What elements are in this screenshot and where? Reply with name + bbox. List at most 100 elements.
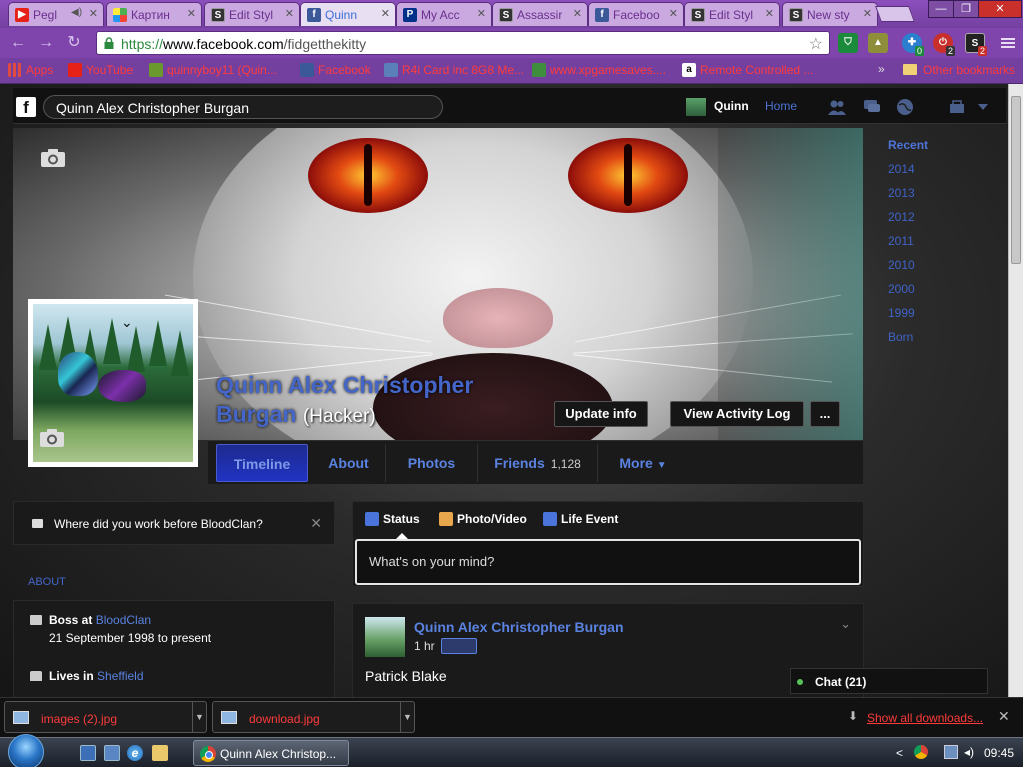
shield-extension-icon[interactable]: ⛉	[838, 33, 858, 53]
bookmark-r4i[interactable]: R4i Card inc 8G8 Me...	[384, 63, 524, 79]
post-author-avatar[interactable]	[365, 617, 405, 657]
bookmark-xpgamesaves[interactable]: www.xpgamesaves....	[532, 63, 666, 79]
close-tab-icon[interactable]: ✕	[89, 7, 98, 20]
page-scrollbar[interactable]	[1008, 84, 1023, 697]
change-cover-camera-icon[interactable]	[40, 148, 66, 168]
post-author-link[interactable]: Quinn Alex Christopher Burgan	[414, 619, 624, 635]
privacy-shortcuts-icon[interactable]	[948, 98, 966, 116]
post-timestamp[interactable]: 1 hr	[414, 639, 435, 653]
reload-icon[interactable]: ↻	[66, 35, 82, 51]
bookmarks-overflow-chevron[interactable]: »	[878, 62, 885, 76]
browser-tab[interactable]: Картин ✕	[106, 2, 202, 26]
close-tab-icon[interactable]: ✕	[765, 7, 774, 20]
show-desktop-icon[interactable]	[80, 745, 96, 761]
scrollbar-thumb[interactable]	[1011, 96, 1021, 264]
close-tab-icon[interactable]: ✕	[477, 7, 486, 20]
lives-place-link[interactable]: Sheffield	[97, 669, 143, 683]
browser-tab[interactable]: S New sty ✕	[782, 2, 878, 26]
bookmark-facebook[interactable]: Facebook	[300, 63, 371, 79]
close-tab-icon[interactable]: ✕	[187, 7, 196, 20]
bookmark-quinnyboy[interactable]: quinnyboy11 (Quin...	[149, 63, 277, 79]
tab-photos[interactable]: Photos	[386, 444, 478, 482]
close-tab-icon[interactable]: ✕	[863, 7, 872, 20]
status-input[interactable]: What's on your mind?	[355, 539, 861, 585]
maximize-icon[interactable]: ❐	[953, 0, 979, 18]
facebook-logo-icon[interactable]: f	[16, 97, 36, 117]
forward-arrow-icon[interactable]: →	[38, 35, 54, 51]
user-name-link[interactable]: Quinn	[714, 99, 749, 113]
tab-more[interactable]: More ▼	[598, 444, 688, 482]
browser-tab[interactable]: f Faceboo ✕	[588, 2, 684, 26]
browser-tab[interactable]: S Edit Styl ✕	[204, 2, 300, 26]
change-profile-picture-camera-icon[interactable]	[39, 428, 65, 448]
browser-tab[interactable]: S Edit Styl ✕	[684, 2, 780, 26]
chat-sidebar-button[interactable]: Chat (21)	[790, 668, 988, 694]
clock[interactable]: 09:45	[984, 746, 1014, 760]
hat-extension-icon[interactable]: ▲	[868, 33, 888, 53]
profile-picture[interactable]: ⌄	[28, 299, 198, 467]
download-item[interactable]: download.jpg ▼	[212, 701, 415, 733]
close-window-icon[interactable]: ✕	[978, 0, 1022, 18]
bookmark-youtube[interactable]: YouTube	[68, 63, 133, 79]
chrome-tray-icon[interactable]	[914, 745, 928, 759]
internet-explorer-icon[interactable]: e	[127, 745, 143, 761]
dismiss-icon[interactable]: ✕	[310, 515, 322, 532]
year-link[interactable]: Born	[888, 329, 948, 353]
work-prompt-card[interactable]: Where did you work before BloodClan? ✕	[13, 501, 335, 545]
year-link[interactable]: 2012	[888, 209, 948, 233]
bookmark-apps[interactable]: Apps	[8, 63, 53, 79]
account-settings-chevron-icon[interactable]	[978, 104, 988, 110]
bookmark-star-icon[interactable]: ☆	[809, 34, 823, 54]
about-section-heading[interactable]: ABOUT	[28, 576, 66, 588]
audience-selector-icon[interactable]	[441, 638, 477, 654]
download-menu-chevron-icon[interactable]: ▼	[400, 702, 414, 732]
tab-timeline[interactable]: Timeline	[216, 444, 308, 482]
browser-tab-active[interactable]: f Quinn ✕	[300, 2, 396, 26]
show-all-downloads-link[interactable]: Show all downloads...	[867, 711, 983, 725]
chrome-menu-icon[interactable]	[1001, 36, 1015, 50]
network-icon[interactable]	[944, 745, 958, 759]
explorer-folder-icon[interactable]	[152, 745, 168, 761]
notifications-globe-icon[interactable]	[896, 98, 914, 116]
tray-expand-icon[interactable]: <	[896, 746, 903, 760]
browser-tab[interactable]: P My Acc ✕	[396, 2, 492, 26]
work-place-link[interactable]: BloodClan	[96, 613, 151, 627]
update-info-button[interactable]: Update info	[554, 401, 648, 427]
year-link[interactable]: 2011	[888, 233, 948, 257]
browser-tab[interactable]: S Assassir ✕	[492, 2, 588, 26]
year-link[interactable]: 1999	[888, 305, 948, 329]
composer-tab-life-event[interactable]: Life Event	[543, 512, 618, 526]
view-activity-log-button[interactable]: View Activity Log	[670, 401, 804, 427]
volume-icon[interactable]: ◂)	[964, 745, 978, 759]
switch-windows-icon[interactable]	[104, 745, 120, 761]
user-avatar[interactable]	[686, 98, 706, 116]
more-options-button[interactable]: ...	[810, 401, 840, 427]
browser-tab[interactable]: ▶ Pegl ◀) ✕	[8, 2, 104, 26]
speaker-icon[interactable]: ◀)	[71, 7, 82, 18]
facebook-search-input[interactable]: Quinn Alex Christopher Burgan	[43, 95, 443, 119]
address-bar[interactable]: https://www.facebook.com/fidgetthekitty …	[96, 31, 830, 55]
new-tab-button[interactable]	[875, 6, 915, 22]
messages-icon[interactable]	[863, 98, 881, 116]
close-tab-icon[interactable]: ✕	[381, 7, 390, 20]
friend-requests-icon[interactable]	[828, 98, 846, 116]
back-arrow-icon[interactable]: ←	[10, 35, 26, 51]
home-link[interactable]: Home	[765, 99, 797, 113]
minimize-icon[interactable]: —	[928, 0, 954, 18]
close-tab-icon[interactable]: ✕	[669, 7, 678, 20]
post-options-chevron-icon[interactable]: ⌄	[840, 616, 851, 632]
taskbar-chrome-window[interactable]: Quinn Alex Christop...	[193, 740, 349, 766]
year-link[interactable]: 2010	[888, 257, 948, 281]
tab-friends[interactable]: Friends 1,128	[478, 444, 598, 482]
composer-tab-photo-video[interactable]: Photo/Video	[439, 512, 527, 526]
composer-tab-status[interactable]: Status	[365, 512, 420, 526]
download-item[interactable]: images (2).jpg ▼	[4, 701, 207, 733]
year-link[interactable]: 2000	[888, 281, 948, 305]
close-tab-icon[interactable]: ✕	[285, 7, 294, 20]
year-link[interactable]: 2014	[888, 161, 948, 185]
close-tab-icon[interactable]: ✕	[573, 7, 582, 20]
profile-name[interactable]: Quinn Alex Christopher Burgan (Hacker)	[216, 371, 516, 431]
year-link[interactable]: Recent	[888, 137, 948, 161]
year-link[interactable]: 2013	[888, 185, 948, 209]
tab-about[interactable]: About	[312, 444, 386, 482]
